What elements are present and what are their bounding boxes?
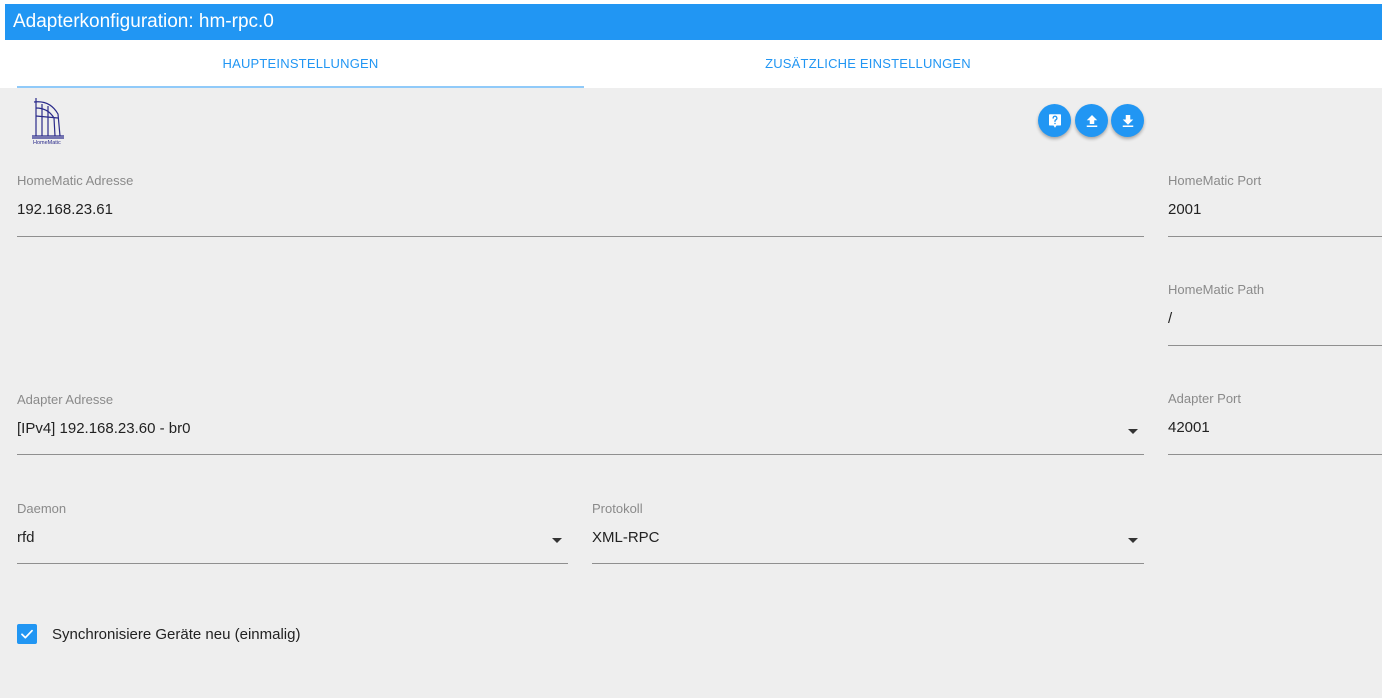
settings-panel: HomeMatic HomeMatic Adresse 192.168.23.6… bbox=[0, 88, 1382, 698]
download-button[interactable] bbox=[1111, 104, 1144, 137]
input-underline bbox=[1168, 236, 1382, 237]
input-underline bbox=[1168, 454, 1382, 455]
homematic-address-field[interactable]: HomeMatic Adresse 192.168.23.61 bbox=[17, 173, 1144, 237]
input-underline bbox=[17, 454, 1144, 455]
adapter-address-label: Adapter Adresse bbox=[17, 392, 114, 407]
homematic-port-field[interactable]: HomeMatic Port 2001 bbox=[1168, 173, 1382, 237]
download-icon bbox=[1122, 114, 1133, 127]
homematic-address-input[interactable]: 192.168.23.61 bbox=[17, 201, 113, 218]
homematic-path-label: HomeMatic Path bbox=[1168, 282, 1265, 297]
dialog-title: Adapterkonfiguration: hm-rpc.0 bbox=[5, 4, 1382, 40]
homematic-logo: HomeMatic bbox=[30, 96, 66, 146]
homematic-path-field[interactable]: HomeMatic Path / bbox=[1168, 282, 1382, 346]
adapter-address-value[interactable]: [IPv4] 192.168.23.60 - br0 bbox=[17, 420, 190, 437]
input-underline bbox=[592, 563, 1144, 564]
adapter-port-label: Adapter Port bbox=[1168, 391, 1241, 406]
protocol-label: Protokoll bbox=[592, 501, 643, 516]
adapter-port-input[interactable]: 42001 bbox=[1168, 419, 1210, 436]
adapter-address-select[interactable]: Adapter Adresse [IPv4] 192.168.23.60 - b… bbox=[17, 392, 1144, 455]
daemon-value[interactable]: rfd bbox=[17, 529, 35, 546]
chevron-down-icon[interactable] bbox=[552, 538, 562, 543]
daemon-select[interactable]: Daemon rfd bbox=[17, 501, 568, 564]
homematic-port-input[interactable]: 2001 bbox=[1168, 201, 1201, 218]
tab-bar: HAUPTEINSTELLUNGEN ZUSÄTZLICHE EINSTELLU… bbox=[17, 40, 1382, 88]
input-underline bbox=[17, 563, 568, 564]
protocol-select[interactable]: Protokoll XML-RPC bbox=[592, 501, 1144, 564]
chevron-down-icon[interactable] bbox=[1128, 429, 1138, 434]
upload-icon bbox=[1086, 114, 1097, 127]
sync-devices-label[interactable]: Synchronisiere Geräte neu (einmalig) bbox=[52, 626, 300, 643]
help-icon bbox=[1048, 113, 1061, 128]
input-underline bbox=[17, 236, 1144, 237]
logo-text: HomeMatic bbox=[33, 140, 61, 146]
homematic-path-input[interactable]: / bbox=[1168, 310, 1172, 327]
chevron-down-icon[interactable] bbox=[1128, 538, 1138, 543]
adapter-port-field[interactable]: Adapter Port 42001 bbox=[1168, 391, 1382, 455]
help-button[interactable] bbox=[1038, 104, 1071, 137]
sync-devices-checkbox[interactable] bbox=[17, 624, 37, 644]
upload-button[interactable] bbox=[1075, 104, 1108, 137]
input-underline bbox=[1168, 345, 1382, 346]
check-icon bbox=[21, 629, 33, 639]
homematic-port-label: HomeMatic Port bbox=[1168, 173, 1262, 188]
tab-main-settings[interactable]: HAUPTEINSTELLUNGEN bbox=[17, 40, 584, 88]
protocol-value[interactable]: XML-RPC bbox=[592, 529, 660, 546]
daemon-label: Daemon bbox=[17, 501, 67, 516]
homematic-address-label: HomeMatic Adresse bbox=[17, 173, 134, 188]
tab-additional-settings[interactable]: ZUSÄTZLICHE EINSTELLUNGEN bbox=[584, 40, 1152, 88]
